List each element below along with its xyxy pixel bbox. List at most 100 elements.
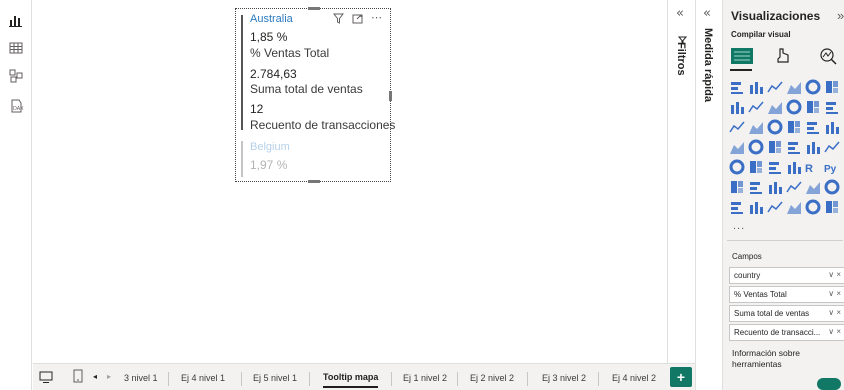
- stacked-column-chart-icon[interactable]: [748, 79, 764, 95]
- resize-handle-bottom[interactable]: [308, 180, 320, 183]
- pct-value: 1,97 %: [250, 158, 288, 172]
- field-controls[interactable]: ∨ ×: [828, 327, 841, 336]
- tab-separator: [598, 372, 599, 386]
- multi-row-card-visual[interactable]: ⋯ Australia 1,85 % % Ventas Total 2.784,…: [235, 7, 395, 183]
- filled-map-icon[interactable]: [729, 139, 745, 155]
- table-icon[interactable]: [767, 159, 783, 175]
- resize-handle-top[interactable]: [308, 7, 320, 10]
- tab-ej-3-nivel-2[interactable]: Ej 3 nivel 2: [542, 373, 586, 383]
- format-visual-mode-icon[interactable]: [774, 47, 792, 65]
- power-apps-icon[interactable]: [824, 179, 840, 195]
- report-page[interactable]: ⋯ Australia 1,85 % % Ventas Total 2.784,…: [33, 0, 667, 363]
- waterfall-chart-icon[interactable]: [824, 99, 840, 115]
- field-well-country[interactable]: country ∨ ×: [729, 267, 844, 284]
- analytics-mode-icon[interactable]: [819, 47, 837, 65]
- donut-chart-icon[interactable]: [786, 119, 802, 135]
- tab-scroll-left-icon[interactable]: ◂: [93, 372, 97, 381]
- metrics-icon[interactable]: [748, 199, 764, 215]
- get-more-visuals-icon[interactable]: [767, 199, 783, 215]
- filters-pane-collapsed[interactable]: « Filtros: [667, 0, 695, 363]
- tab-tooltip-mapa[interactable]: Tooltip mapa: [323, 372, 379, 388]
- expand-pane-icon[interactable]: »: [837, 8, 844, 23]
- power-automate-icon[interactable]: [729, 199, 745, 215]
- model-view-icon[interactable]: [8, 68, 24, 84]
- stacked-bar-chart-icon[interactable]: [729, 79, 745, 95]
- count-value: 12: [250, 102, 264, 116]
- field-controls[interactable]: ∨ ×: [828, 289, 841, 298]
- funnel-icon[interactable]: [729, 119, 745, 135]
- area-chart-icon[interactable]: [748, 99, 764, 115]
- tab-separator: [391, 372, 392, 386]
- field-controls[interactable]: ∨ ×: [828, 308, 841, 317]
- collapse-quick-measure-icon[interactable]: «: [703, 6, 711, 21]
- azure-map-icon[interactable]: [767, 139, 783, 155]
- table-view-icon[interactable]: [8, 40, 24, 56]
- slicer-icon[interactable]: [748, 159, 764, 175]
- matrix-icon[interactable]: [786, 159, 802, 175]
- chevron-right-icon[interactable]: [824, 199, 840, 215]
- tab-separator: [168, 372, 169, 386]
- field-label: % Ventas Total: [734, 290, 787, 299]
- dax-query-icon[interactable]: DAX: [8, 98, 24, 114]
- divider: [727, 240, 843, 241]
- tab-ej-5-nivel-1[interactable]: Ej 5 nivel 1: [253, 373, 297, 383]
- tooltip-toggle[interactable]: [817, 378, 841, 390]
- tab-ej-1-nivel-2[interactable]: Ej 1 nivel 2: [403, 373, 447, 383]
- pie-chart-icon[interactable]: [767, 119, 783, 135]
- sales-label: Suma total de ventas: [250, 82, 363, 96]
- tab-ej-4-nivel-1[interactable]: Ej 4 nivel 1: [181, 373, 225, 383]
- quick-measure-pane-collapsed[interactable]: « Medida rápida: [695, 0, 722, 390]
- qa-icon[interactable]: [767, 179, 783, 195]
- field-controls[interactable]: ∨ ×: [828, 270, 841, 279]
- more-visuals-2-icon[interactable]: [786, 199, 802, 215]
- key-influencers-icon[interactable]: [729, 179, 745, 195]
- filters-pane-title: Filtros: [675, 42, 687, 76]
- field-well-recuento[interactable]: Recuento de transacci... ∨ ×: [729, 324, 844, 341]
- field-well-pct-ventas[interactable]: % Ventas Total ∨ ×: [729, 286, 844, 303]
- line-column-chart-icon[interactable]: [786, 99, 802, 115]
- add-page-button[interactable]: +: [670, 367, 692, 387]
- active-mode-indicator: [730, 69, 752, 71]
- pct-value: 1,85 %: [250, 30, 288, 44]
- tab-separator: [309, 372, 310, 386]
- build-visual-mode-icon[interactable]: [731, 46, 753, 64]
- kpi-icon[interactable]: [824, 139, 840, 155]
- 100-bar-chart-icon[interactable]: [805, 79, 821, 95]
- line-chart-icon[interactable]: [729, 99, 745, 115]
- tab-scroll-right-icon[interactable]: ▸: [107, 372, 111, 381]
- left-view-rail: DAX: [0, 0, 32, 390]
- field-well-suma-ventas[interactable]: Suma total de ventas ∨ ×: [729, 305, 844, 322]
- gauge-icon[interactable]: [786, 139, 802, 155]
- more-visuals-icon[interactable]: ...: [733, 220, 745, 232]
- treemap-icon[interactable]: [805, 119, 821, 135]
- ribbon-chart-icon[interactable]: [805, 99, 821, 115]
- map-icon[interactable]: [824, 119, 840, 135]
- card-icon[interactable]: [805, 139, 821, 155]
- page-tabs-bar: ◂ ▸ 3 nivel 1 Ej 4 nivel 1 Ej 5 nivel 1 …: [33, 363, 695, 390]
- r-visual-icon[interactable]: R: [805, 159, 821, 175]
- more-options-icon[interactable]: ⋯: [371, 12, 382, 27]
- stacked-area-chart-icon[interactable]: [767, 99, 783, 115]
- clustered-bar-chart-icon[interactable]: [767, 79, 783, 95]
- clustered-column-chart-icon[interactable]: [786, 79, 802, 95]
- resize-handle-right[interactable]: [389, 91, 392, 101]
- tab-ej-4-nivel-2[interactable]: Ej 4 nivel 2: [612, 373, 656, 383]
- python-visual-icon[interactable]: Py: [824, 159, 840, 175]
- scatter-chart-icon[interactable]: [748, 119, 764, 135]
- 100-column-chart-icon[interactable]: [824, 79, 840, 95]
- narrative-icon[interactable]: [786, 179, 802, 195]
- tab-3-nivel-1[interactable]: 3 nivel 1: [124, 373, 158, 383]
- decomposition-tree-icon[interactable]: [748, 179, 764, 195]
- multi-row-card-icon[interactable]: [729, 159, 745, 175]
- paginated-report-icon[interactable]: [805, 179, 821, 195]
- custom-visual-icon[interactable]: [805, 199, 821, 215]
- desktop-layout-icon[interactable]: [39, 370, 53, 389]
- tab-ej-2-nivel-2[interactable]: Ej 2 nivel 2: [470, 373, 514, 383]
- collapse-filters-icon[interactable]: «: [676, 6, 684, 21]
- focus-mode-icon[interactable]: [352, 13, 363, 27]
- mobile-layout-icon[interactable]: [72, 369, 84, 389]
- filter-icon[interactable]: [332, 13, 345, 27]
- shape-map-icon[interactable]: [748, 139, 764, 155]
- report-view-icon[interactable]: [8, 12, 24, 28]
- card-country: Australia: [250, 13, 293, 25]
